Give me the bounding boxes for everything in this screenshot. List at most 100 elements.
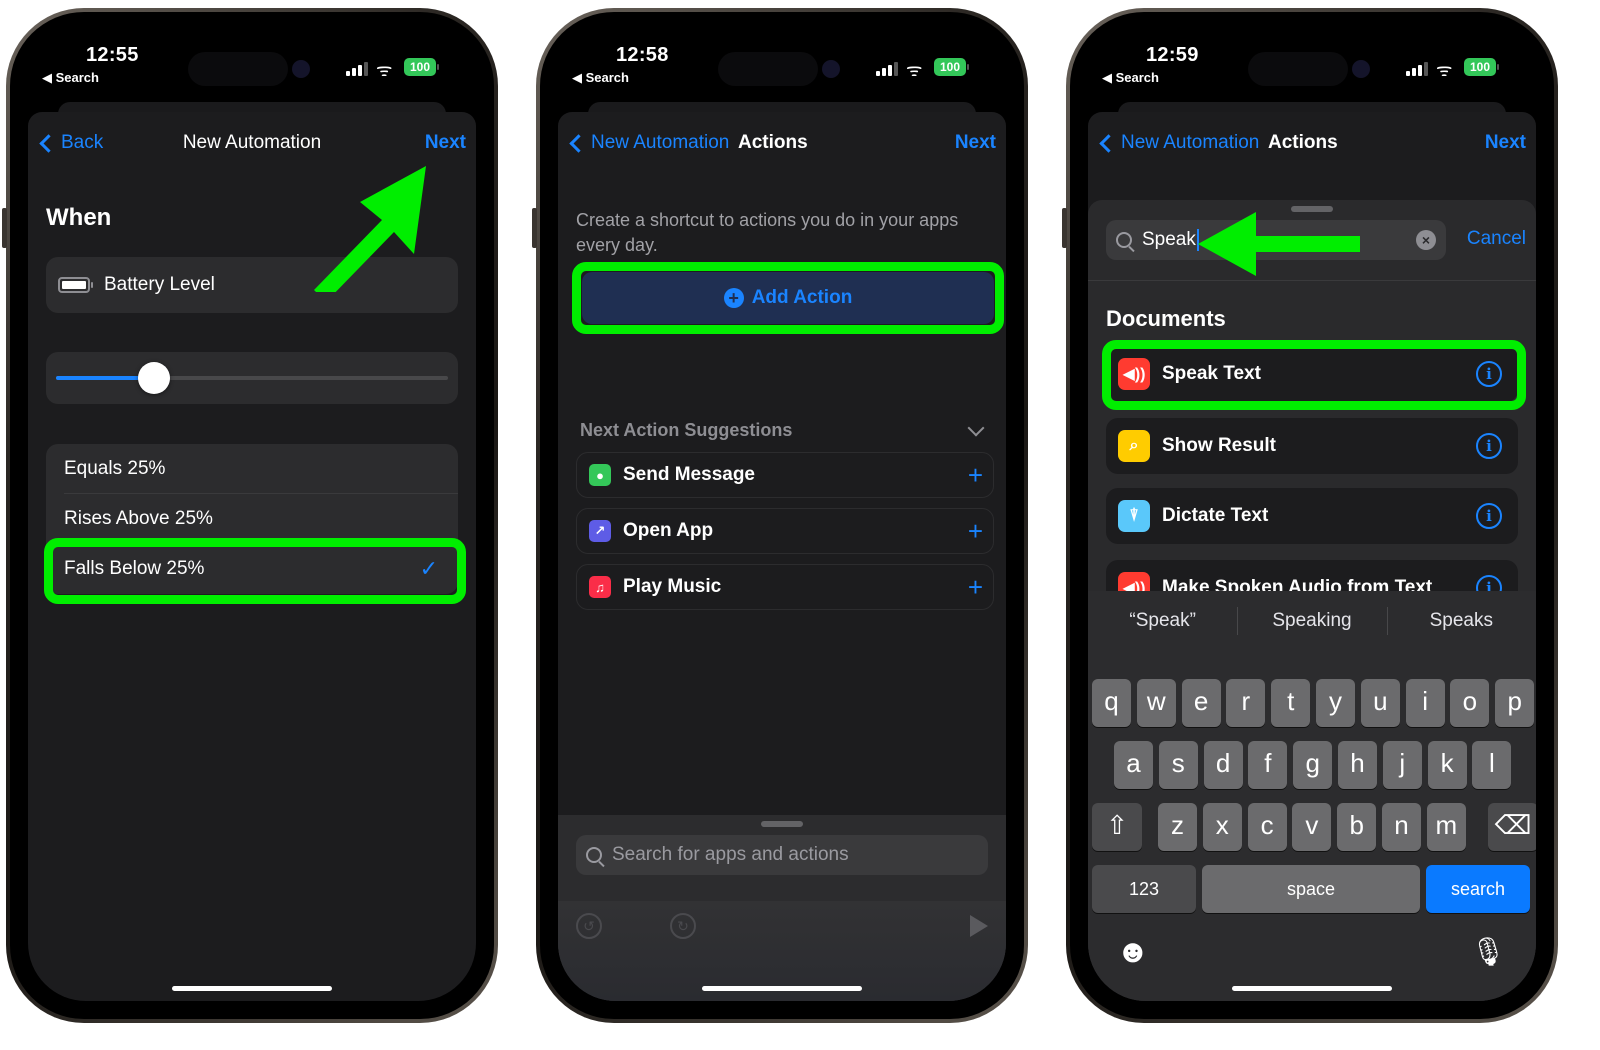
key-x[interactable]: x (1202, 803, 1242, 851)
keyboard: “Speak” Speaking Speaks qwertyuiop asdfgh… (1088, 591, 1536, 1001)
search-input[interactable]: Search for apps and actions (576, 835, 988, 875)
back-button[interactable]: New Automation (568, 132, 729, 154)
search-key[interactable]: search (1426, 865, 1530, 913)
result-speak-text[interactable]: ◀)) Speak Text i (1106, 346, 1518, 402)
back-button[interactable]: New Automation (1098, 132, 1259, 154)
sheet-grabber[interactable] (1291, 206, 1333, 212)
cancel-button[interactable]: Cancel (1467, 228, 1526, 250)
prediction[interactable]: Speaks (1386, 601, 1536, 641)
prediction[interactable]: “Speak” (1088, 601, 1237, 641)
chevron-down-icon[interactable] (967, 419, 985, 437)
next-button[interactable]: Next (955, 132, 996, 154)
back-label: New Automation (591, 132, 730, 153)
phone-1: 12:55 ◀ Search ᯤ 100 Back New Automation… (2, 8, 498, 1023)
status-bar: 12:58 ◀ Search ᯤ 100 (558, 30, 1006, 110)
key-z[interactable]: z (1158, 803, 1197, 851)
key-n[interactable]: n (1382, 803, 1421, 851)
key-m[interactable]: m (1426, 803, 1466, 851)
key-d[interactable]: d (1203, 741, 1243, 789)
key-e[interactable]: e (1181, 679, 1221, 727)
emoji-icon[interactable]: ☻ (1116, 933, 1150, 970)
key-k[interactable]: k (1427, 741, 1467, 789)
result-label: Speak Text (1162, 363, 1261, 384)
suggestion-open-app[interactable]: ↗ Open App + (576, 508, 994, 554)
play-icon[interactable] (970, 915, 988, 937)
option-falls-below[interactable]: Falls Below 25% ✓ (46, 544, 458, 594)
suggestion-send-message[interactable]: ● Send Message + (576, 452, 994, 498)
trigger-battery-level[interactable]: Battery Level (46, 257, 458, 313)
intro-text: Create a shortcut to actions you do in y… (576, 210, 959, 255)
result-show-result[interactable]: ⌕ Show Result i (1106, 418, 1518, 474)
divider (1088, 280, 1536, 281)
option-label: Equals 25% (64, 458, 166, 479)
key-o[interactable]: o (1450, 679, 1490, 727)
info-icon[interactable]: i (1476, 503, 1502, 529)
key-u[interactable]: u (1360, 679, 1400, 727)
back-to-search-link[interactable]: ◀ Search (42, 70, 99, 86)
redo-icon[interactable]: ↻ (670, 913, 696, 939)
screen-actions: 12:58 ◀ Search ᯤ 100 New Automation Acti… (558, 30, 1006, 1001)
info-icon[interactable]: i (1476, 361, 1502, 387)
clear-search-icon[interactable]: × (1416, 230, 1436, 250)
key-f[interactable]: f (1248, 741, 1288, 789)
info-icon[interactable]: i (1476, 433, 1502, 459)
nav-bar: New Automation Actions Next (558, 130, 1006, 160)
key-s[interactable]: s (1158, 741, 1198, 789)
key-r[interactable]: r (1226, 679, 1266, 727)
option-equals[interactable]: Equals 25% (46, 444, 458, 494)
messages-icon: ● (589, 464, 611, 486)
key-i[interactable]: i (1405, 679, 1445, 727)
key-c[interactable]: c (1247, 803, 1287, 851)
sheet-grabber[interactable] (761, 821, 803, 827)
key-w[interactable]: w (1136, 679, 1176, 727)
key-q[interactable]: q (1092, 679, 1131, 727)
battery-icon (58, 277, 93, 293)
add-icon[interactable]: + (968, 572, 983, 603)
key-t[interactable]: t (1271, 679, 1311, 727)
battery-level-slider[interactable] (56, 362, 448, 394)
space-key[interactable]: space (1202, 865, 1420, 913)
camera-icon (1352, 60, 1370, 78)
checkmark-icon: ✓ (419, 556, 438, 581)
prediction[interactable]: Speaking (1237, 601, 1386, 641)
suggestion-label: Open App (623, 520, 714, 541)
screen-new-automation: 12:55 ◀ Search ᯤ 100 Back New Automation… (28, 30, 476, 1001)
delete-key[interactable]: ⌫ (1488, 803, 1536, 851)
key-p[interactable]: p (1495, 679, 1535, 727)
suggestions-header[interactable]: Next Action Suggestions (580, 419, 994, 441)
home-indicator[interactable] (172, 986, 332, 991)
key-v[interactable]: v (1292, 803, 1332, 851)
phone-2: 12:58 ◀ Search ᯤ 100 New Automation Acti… (532, 8, 1028, 1023)
suggestion-play-music[interactable]: ♫ Play Music + (576, 564, 994, 610)
numbers-key[interactable]: 123 (1092, 865, 1196, 913)
next-button[interactable]: Next (425, 132, 466, 154)
key-l[interactable]: l (1472, 741, 1512, 789)
home-indicator[interactable] (1232, 986, 1392, 991)
slider-thumb[interactable] (138, 362, 170, 394)
microphone-icon[interactable]: 🎙 (1470, 935, 1506, 968)
add-icon[interactable]: + (968, 460, 983, 491)
undo-icon[interactable]: ↺ (576, 913, 602, 939)
key-a[interactable]: a (1114, 741, 1153, 789)
option-label: Rises Above 25% (64, 508, 213, 529)
add-icon[interactable]: + (968, 516, 983, 547)
home-indicator[interactable] (702, 986, 862, 991)
key-b[interactable]: b (1337, 803, 1377, 851)
next-button[interactable]: Next (1485, 132, 1526, 154)
back-to-search-link[interactable]: ◀ Search (572, 70, 629, 86)
option-rises-above[interactable]: Rises Above 25% (46, 494, 458, 544)
key-g[interactable]: g (1293, 741, 1333, 789)
show-result-icon: ⌕ (1118, 430, 1150, 462)
key-y[interactable]: y (1316, 679, 1355, 727)
search-input[interactable]: Speak × (1106, 220, 1446, 260)
result-label: Dictate Text (1162, 505, 1269, 526)
back-label: New Automation (1121, 132, 1260, 153)
key-j[interactable]: j (1382, 741, 1422, 789)
back-to-search-link[interactable]: ◀ Search (1102, 70, 1159, 86)
search-icon (586, 847, 602, 863)
add-action-button[interactable]: + Add Action (582, 272, 994, 324)
result-dictate-text[interactable]: ⍒ Dictate Text i (1106, 488, 1518, 544)
key-h[interactable]: h (1338, 741, 1377, 789)
shift-key[interactable]: ⇧ (1092, 803, 1142, 851)
status-time: 12:55 (86, 44, 139, 66)
